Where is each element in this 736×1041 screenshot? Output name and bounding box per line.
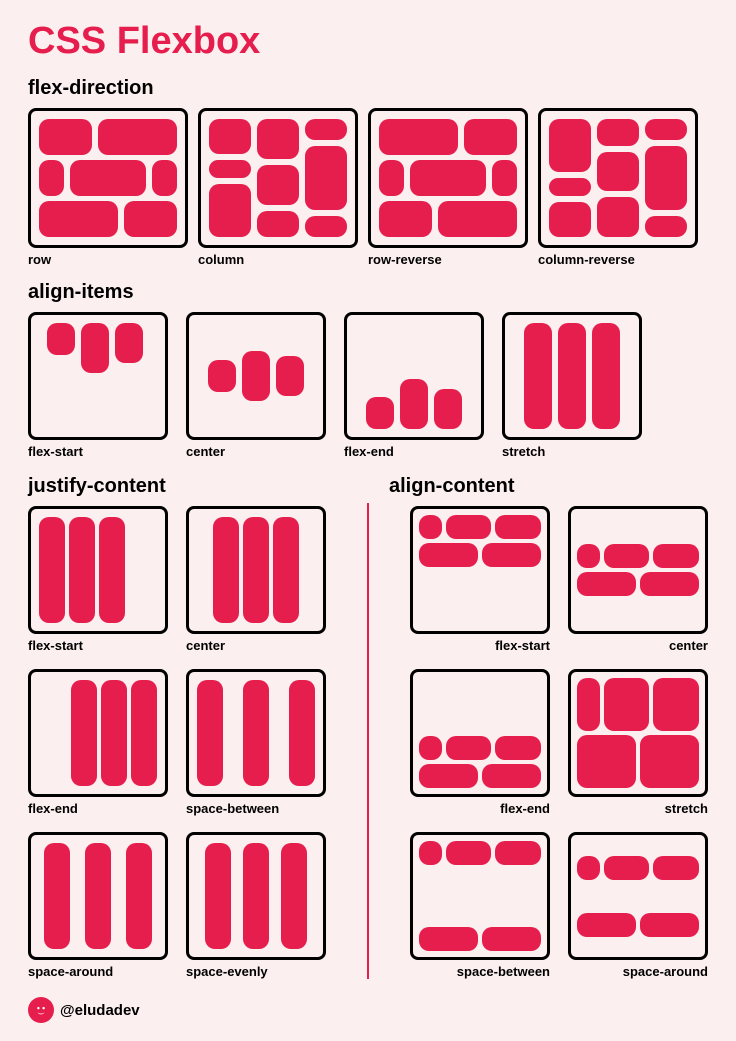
diagram-ai-flex-start xyxy=(28,312,168,440)
label-ai-flex-end: flex-end xyxy=(344,444,484,459)
diagram-ac-flex-start xyxy=(410,506,550,634)
diagram-jc-space-around xyxy=(28,832,168,960)
diagram-fd-row xyxy=(28,108,188,248)
label-fd-row: row xyxy=(28,252,188,267)
card-ac-center: center xyxy=(568,506,708,653)
section-justify-content-title: justify-content xyxy=(28,475,347,498)
diagram-fd-column-reverse xyxy=(538,108,698,248)
diagram-ac-center xyxy=(568,506,708,634)
justify-content-section: justify-content flex-start center xyxy=(28,469,347,979)
diagram-ac-space-around xyxy=(568,832,708,960)
label-jc-flex-end: flex-end xyxy=(28,801,168,816)
label-jc-space-around: space-around xyxy=(28,964,168,979)
diagram-ac-stretch xyxy=(568,669,708,797)
diagram-ai-flex-end xyxy=(344,312,484,440)
card-ai-flex-start: flex-start xyxy=(28,312,168,459)
align-content-section: align-content flex-start center xyxy=(389,469,708,979)
card-fd-row-reverse: row-reverse xyxy=(368,108,528,267)
card-fd-column: column xyxy=(198,108,358,267)
label-jc-space-evenly: space-evenly xyxy=(186,964,326,979)
card-ac-space-between: space-between xyxy=(410,832,550,979)
card-jc-space-around: space-around xyxy=(28,832,168,979)
label-ac-center: center xyxy=(568,638,708,653)
label-jc-space-between: space-between xyxy=(186,801,326,816)
label-jc-center: center xyxy=(186,638,326,653)
label-ac-space-between: space-between xyxy=(410,964,550,979)
card-ac-space-around: space-around xyxy=(568,832,708,979)
label-jc-flex-start: flex-start xyxy=(28,638,168,653)
diagram-jc-space-evenly xyxy=(186,832,326,960)
card-jc-space-between: space-between xyxy=(186,669,326,816)
card-jc-flex-start: flex-start xyxy=(28,506,168,653)
card-ac-flex-end: flex-end xyxy=(410,669,550,816)
smiley-icon xyxy=(28,997,54,1023)
card-fd-column-reverse: column-reverse xyxy=(538,108,698,267)
align-items-row: flex-start center flex-end stretch xyxy=(28,312,708,459)
diagram-jc-flex-start xyxy=(28,506,168,634)
label-ac-flex-start: flex-start xyxy=(410,638,550,653)
card-fd-row: row xyxy=(28,108,188,267)
diagram-ac-space-between xyxy=(410,832,550,960)
label-fd-column-reverse: column-reverse xyxy=(538,252,698,267)
diagram-jc-flex-end xyxy=(28,669,168,797)
card-ai-center: center xyxy=(186,312,326,459)
label-ai-center: center xyxy=(186,444,326,459)
footer-handle: @eludadev xyxy=(60,1002,140,1019)
card-jc-center: center xyxy=(186,506,326,653)
card-jc-space-evenly: space-evenly xyxy=(186,832,326,979)
section-flex-direction-title: flex-direction xyxy=(28,77,708,100)
flex-direction-row: row column row-reverse colum xyxy=(28,108,708,267)
card-ai-stretch: stretch xyxy=(502,312,642,459)
diagram-fd-column xyxy=(198,108,358,248)
label-ac-flex-end: flex-end xyxy=(410,801,550,816)
diagram-ai-center xyxy=(186,312,326,440)
card-ac-flex-start: flex-start xyxy=(410,506,550,653)
section-align-items-title: align-items xyxy=(28,281,708,304)
label-ac-stretch: stretch xyxy=(568,801,708,816)
diagram-jc-center xyxy=(186,506,326,634)
diagram-ai-stretch xyxy=(502,312,642,440)
section-align-content-title: align-content xyxy=(389,475,708,498)
label-ai-stretch: stretch xyxy=(502,444,642,459)
diagram-ac-flex-end xyxy=(410,669,550,797)
label-ac-space-around: space-around xyxy=(568,964,708,979)
diagram-fd-row-reverse xyxy=(368,108,528,248)
card-ac-stretch: stretch xyxy=(568,669,708,816)
label-ai-flex-start: flex-start xyxy=(28,444,168,459)
card-jc-flex-end: flex-end xyxy=(28,669,168,816)
diagram-jc-space-between xyxy=(186,669,326,797)
bottom-grid: justify-content flex-start center xyxy=(28,469,708,979)
section-divider xyxy=(367,503,369,979)
label-fd-column: column xyxy=(198,252,358,267)
label-fd-row-reverse: row-reverse xyxy=(368,252,528,267)
footer: @eludadev xyxy=(28,997,708,1023)
page-title: CSS Flexbox xyxy=(28,20,708,63)
card-ai-flex-end: flex-end xyxy=(344,312,484,459)
